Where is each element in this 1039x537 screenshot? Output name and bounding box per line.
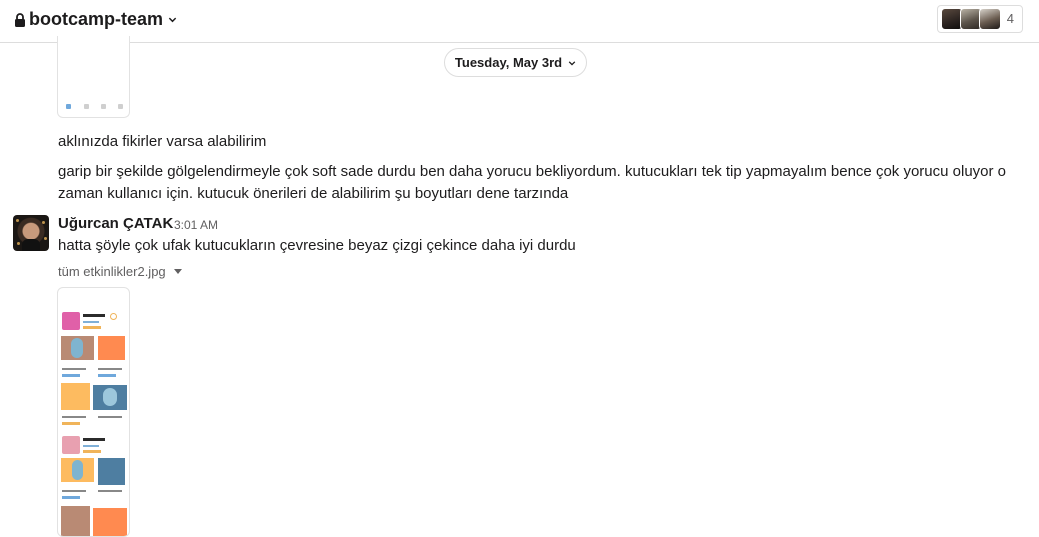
date-label: Tuesday, May 3rd [454,55,563,70]
tile [98,458,125,485]
app-icon [118,104,123,109]
previous-image-attachment[interactable] [57,36,130,118]
tile-text [83,326,101,329]
tile [61,506,90,536]
tile-text [83,321,99,323]
date-divider-button[interactable]: Tuesday, May 3rd [444,48,587,77]
tile-text [62,368,86,370]
tile-text [98,368,122,370]
message-timestamp[interactable]: 3:01 AM [174,218,218,232]
avatar-detail [22,239,40,251]
tile [93,508,127,536]
app-icon [66,104,71,109]
app-icon [101,104,106,109]
tile-text [62,490,86,492]
avatar-detail [17,242,20,245]
tile-text [98,490,122,492]
tile-figure [72,460,83,480]
tile-text [62,416,86,418]
tile-figure [71,338,83,358]
attachment-filename-toggle[interactable]: tüm etkinlikler2.jpg [58,264,182,279]
tile-figure [103,388,117,406]
tile-text [83,314,105,317]
message-text: aklınızda fikirler varsa alabilirim [58,133,267,150]
chevron-down-icon [168,17,177,23]
member-list-button[interactable]: 4 [937,5,1023,33]
app-icon [84,104,89,109]
channel-name-button[interactable]: bootcamp-team [14,9,177,30]
caret-down-icon [173,268,182,274]
channel-name: bootcamp-team [29,9,164,29]
tile-text [62,496,80,499]
lock-icon [15,12,25,27]
image-attachment[interactable] [57,287,130,537]
avatar-detail [16,219,19,222]
tile [61,383,90,410]
tile [62,436,80,454]
tile-icon [110,313,117,320]
channel-header: bootcamp-team 4 [0,0,1039,43]
tile-text [83,450,101,453]
tile-text [98,416,122,418]
tile-text [83,438,105,441]
tile-text [83,445,99,447]
avatar[interactable] [13,215,49,251]
tile-text [98,374,116,377]
tile [62,312,80,330]
tile-text [62,422,80,425]
tile [98,336,125,360]
message-text: garip bir şekilde gölgelendirmeyle çok s… [58,163,1007,202]
member-count: 4 [1006,11,1014,26]
member-avatar [979,8,1001,30]
author-name[interactable]: Uğurcan ÇATAK [58,215,173,232]
avatar-detail [44,237,47,240]
chevron-down-icon [568,60,576,66]
attachment-filename: tüm etkinlikler2.jpg [58,264,166,279]
tile-text [62,374,80,377]
message-text: hatta şöyle çok ufak kutucukların çevres… [58,237,576,254]
avatar-detail [42,221,45,224]
